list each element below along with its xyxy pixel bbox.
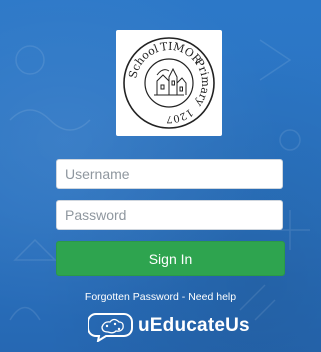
- school-crest-icon: TIMOR Primary School 1207: [123, 37, 215, 129]
- school-logo: TIMOR Primary School 1207: [116, 30, 222, 136]
- brand-name: uEducateUs: [138, 315, 250, 336]
- password-input[interactable]: [56, 200, 283, 230]
- sign-in-button[interactable]: Sign In: [56, 241, 285, 276]
- sign-in-label: Sign In: [148, 250, 193, 267]
- crest-text-bottom: 1207: [166, 106, 194, 124]
- speech-bubble-brain-icon: [88, 313, 133, 342]
- ueducateus-brand: uEducateUs: [88, 310, 250, 342]
- forgotten-password-link[interactable]: Forgotten Password: [85, 291, 179, 303]
- svg-text:School: School: [126, 42, 160, 80]
- links-separator: -: [178, 291, 189, 303]
- svg-text:1207: 1207: [166, 106, 194, 124]
- crest-text-left: School: [126, 42, 160, 80]
- username-input[interactable]: [56, 159, 283, 189]
- help-links: Forgotten Password - Need help: [0, 291, 321, 303]
- need-help-link[interactable]: Need help: [188, 291, 236, 303]
